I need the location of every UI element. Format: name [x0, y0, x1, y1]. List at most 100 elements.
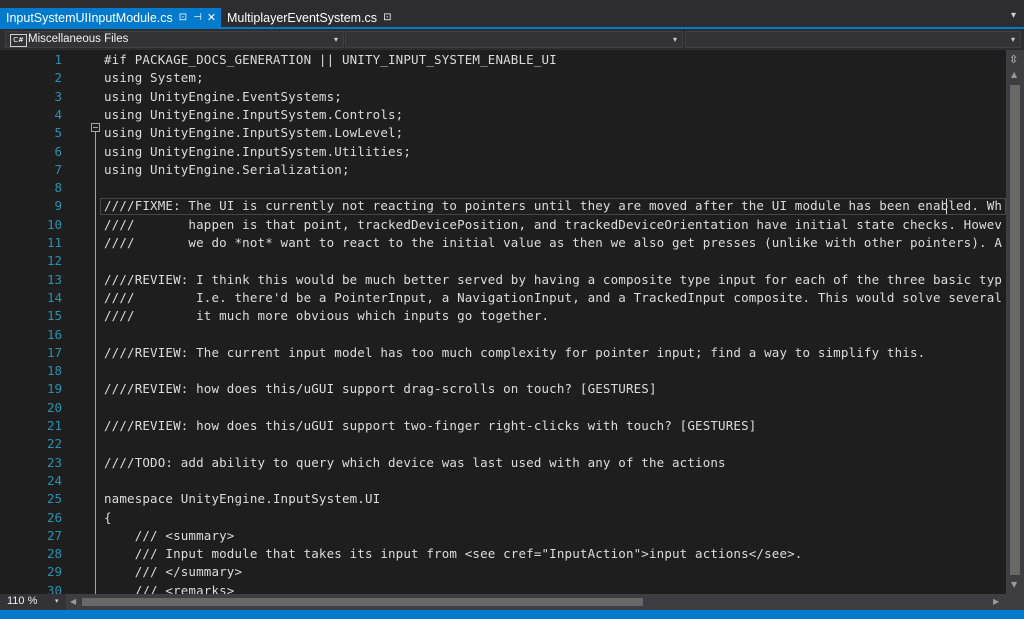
- vertical-scrollbar[interactable]: ⇳ ▲ ▼: [1006, 50, 1024, 594]
- code-text[interactable]: /// <summary>: [104, 527, 235, 545]
- code-line[interactable]: 28 /// Input module that takes its input…: [0, 545, 1006, 563]
- code-line[interactable]: 4 using UnityEngine.InputSystem.Controls;: [0, 106, 1006, 124]
- code-text[interactable]: using UnityEngine.Serialization;: [104, 161, 350, 179]
- line-number: 1: [54, 52, 62, 67]
- code-line[interactable]: 2 using System;: [0, 69, 1006, 87]
- document-tab-strip: InputSystemUIInputModule.cs ⊡ ⊣ ✕ Multip…: [0, 0, 1024, 29]
- pin-icon[interactable]: ⊡: [179, 12, 187, 23]
- code-text[interactable]: #if PACKAGE_DOCS_GENERATION || UNITY_INP…: [104, 51, 557, 69]
- line-number: 24: [46, 472, 62, 488]
- code-text[interactable]: /// Input module that takes its input fr…: [104, 545, 803, 563]
- code-text[interactable]: using UnityEngine.EventSystems;: [104, 88, 342, 106]
- project-dropdown[interactable]: C# Miscellaneous Files ▾: [5, 31, 344, 48]
- pin-icon[interactable]: ⊡: [383, 12, 391, 23]
- line-number: 21: [46, 418, 62, 433]
- close-icon[interactable]: ✕: [207, 11, 216, 24]
- tab-inputsystemuiinputmodule[interactable]: InputSystemUIInputModule.cs ⊡ ⊣ ✕: [0, 8, 221, 27]
- code-line[interactable]: 7 using UnityEngine.Serialization;: [0, 161, 1006, 179]
- line-number: 29: [46, 564, 62, 580]
- line-number: 6: [54, 143, 62, 159]
- scroll-left-arrow-icon[interactable]: ◀: [70, 597, 76, 606]
- tab-multiplayereventsystem[interactable]: MultiplayerEventSystem.cs ⊡: [221, 8, 391, 27]
- code-line[interactable]: 13 ////REVIEW: I think this would be much…: [0, 271, 1006, 289]
- line-number: 16: [46, 326, 62, 342]
- zoom-dropdown[interactable]: 110 % ▾: [0, 594, 66, 610]
- code-line[interactable]: 17 ////REVIEW: The current input model ha…: [0, 344, 1006, 362]
- code-text[interactable]: ////REVIEW: I think this would be much b…: [104, 271, 1002, 289]
- line-number: 28: [46, 546, 62, 562]
- code-line[interactable]: 5 using UnityEngine.InputSystem.LowLevel;: [0, 124, 1006, 142]
- code-text[interactable]: {: [104, 509, 112, 527]
- scroll-right-arrow-icon[interactable]: ▶: [993, 597, 999, 606]
- code-text[interactable]: using UnityEngine.InputSystem.LowLevel;: [104, 124, 403, 142]
- line-number: 2: [54, 70, 62, 86]
- line-number: 25: [46, 491, 62, 507]
- code-text[interactable]: using UnityEngine.InputSystem.Controls;: [104, 106, 403, 124]
- tab-label: InputSystemUIInputModule.cs: [6, 10, 173, 25]
- code-line[interactable]: 10 //// happen is that point, trackedDevi…: [0, 216, 1006, 234]
- code-line[interactable]: 20: [0, 399, 1006, 417]
- line-number: 8: [54, 180, 62, 196]
- code-line[interactable]: 8: [0, 179, 1006, 197]
- line-number: 19: [46, 381, 62, 397]
- code-line[interactable]: 9 ////FIXME: The UI is currently not reac…: [0, 197, 1006, 215]
- code-line[interactable]: 27 /// <summary>: [0, 527, 1006, 545]
- bottom-bar: 110 % ▾ ◀ ▶: [0, 594, 1024, 610]
- code-line[interactable]: 23 ////TODO: add ability to query which d…: [0, 454, 1006, 472]
- member-dropdown[interactable]: ▾: [685, 31, 1021, 48]
- code-text[interactable]: //// happen is that point, trackedDevice…: [104, 216, 1002, 234]
- code-line[interactable]: 12: [0, 252, 1006, 270]
- code-line[interactable]: 21 ////REVIEW: how does this/uGUI support…: [0, 417, 1006, 435]
- code-line[interactable]: 30 /// <remarks>: [0, 582, 1006, 594]
- code-line[interactable]: 6 using UnityEngine.InputSystem.Utilities…: [0, 143, 1006, 161]
- vertical-scroll-thumb[interactable]: [1010, 85, 1020, 575]
- tab-overflow-dropdown-icon[interactable]: ▾: [1011, 10, 1016, 21]
- line-number: 5: [54, 125, 62, 141]
- scroll-up-arrow-icon[interactable]: ▲: [1011, 70, 1017, 79]
- code-line[interactable]: 22: [0, 435, 1006, 453]
- line-number: 22: [46, 436, 62, 452]
- line-number: 26: [46, 509, 62, 525]
- code-line[interactable]: 25 namespace UnityEngine.InputSystem.UI: [0, 490, 1006, 508]
- code-line[interactable]: 18: [0, 362, 1006, 380]
- scroll-down-arrow-icon[interactable]: ▼: [1011, 580, 1017, 589]
- code-text[interactable]: using System;: [104, 69, 204, 87]
- code-text[interactable]: ////REVIEW: how does this/uGUI support d…: [104, 380, 657, 398]
- code-editor[interactable]: 1 #if PACKAGE_DOCS_GENERATION || UNITY_IN…: [0, 50, 1006, 594]
- code-text[interactable]: //// we do *not* want to react to the in…: [104, 234, 1002, 252]
- code-line[interactable]: 24: [0, 472, 1006, 490]
- code-text[interactable]: /// <remarks>: [104, 582, 235, 594]
- code-line[interactable]: 26 {: [0, 509, 1006, 527]
- code-text[interactable]: ////REVIEW: The current input model has …: [104, 344, 925, 362]
- code-text[interactable]: using UnityEngine.InputSystem.Utilities;: [104, 143, 411, 161]
- code-line[interactable]: 1 #if PACKAGE_DOCS_GENERATION || UNITY_IN…: [0, 51, 1006, 69]
- split-window-icon[interactable]: ⇳: [1009, 53, 1018, 66]
- zoom-level: 110 %: [7, 595, 38, 607]
- horizontal-scroll-thumb[interactable]: [82, 598, 643, 606]
- code-text[interactable]: ////REVIEW: how does this/uGUI support t…: [104, 417, 756, 435]
- code-line[interactable]: 16: [0, 326, 1006, 344]
- line-number: 27: [46, 527, 62, 543]
- code-line[interactable]: 19 ////REVIEW: how does this/uGUI support…: [0, 380, 1006, 398]
- line-number: 12: [46, 253, 62, 269]
- line-number: 13: [46, 271, 62, 287]
- code-text[interactable]: ////FIXME: The UI is currently not react…: [104, 197, 1002, 215]
- code-text[interactable]: /// </summary>: [104, 563, 242, 581]
- code-text[interactable]: namespace UnityEngine.InputSystem.UI: [104, 490, 380, 508]
- line-number: 30: [46, 582, 62, 594]
- code-text[interactable]: //// it much more obvious which inputs g…: [104, 307, 549, 325]
- chevron-down-icon: ▾: [672, 35, 677, 44]
- code-text[interactable]: //// I.e. there'd be a PointerInput, a N…: [104, 289, 1002, 307]
- code-line[interactable]: 11 //// we do *not* want to react to the …: [0, 234, 1006, 252]
- code-line[interactable]: 15 //// it much more obvious which inputs…: [0, 307, 1006, 325]
- line-number: 17: [46, 344, 62, 360]
- csharp-file-icon: C#: [10, 34, 27, 47]
- code-line[interactable]: 14 //// I.e. there'd be a PointerInput, a…: [0, 289, 1006, 307]
- type-dropdown[interactable]: ▾: [345, 31, 683, 48]
- code-line[interactable]: 3 using UnityEngine.EventSystems;: [0, 88, 1006, 106]
- code-line[interactable]: 29 /// </summary>: [0, 563, 1006, 581]
- pushpin-icon[interactable]: ⊣: [193, 12, 202, 23]
- chevron-down-icon: ▾: [333, 35, 338, 44]
- line-number: 4: [54, 106, 62, 122]
- code-text[interactable]: ////TODO: add ability to query which dev…: [104, 454, 726, 472]
